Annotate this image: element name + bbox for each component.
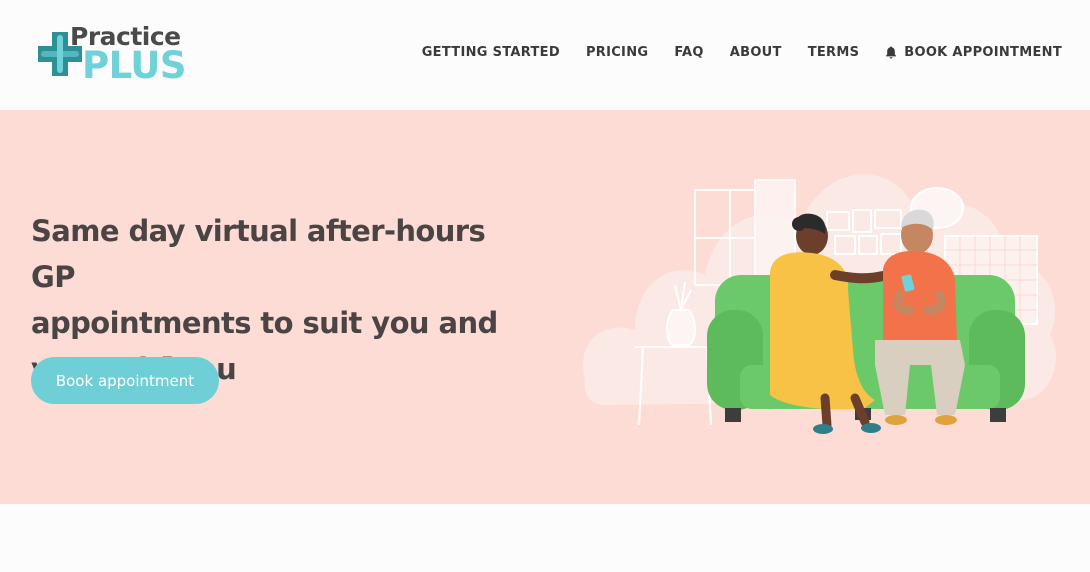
logo-word-plus: PLUS xyxy=(82,44,187,87)
page-below-hero xyxy=(0,504,1090,572)
hero-section: Same day virtual after-hours GP appointm… xyxy=(0,110,1090,504)
nav-faq[interactable]: FAQ xyxy=(674,45,703,60)
headline-line-2: appointments to suit you and xyxy=(31,306,498,340)
headline-line-1: Same day virtual after-hours GP xyxy=(31,214,486,294)
main-nav: GETTING STARTED PRICING FAQ ABOUT TERMS … xyxy=(422,45,1062,60)
nav-book-appointment[interactable]: BOOK APPOINTMENT xyxy=(885,45,1062,60)
nav-terms[interactable]: TERMS xyxy=(808,45,860,60)
nav-getting-started[interactable]: GETTING STARTED xyxy=(422,45,560,60)
couple-on-sofa-illustration xyxy=(583,174,1056,434)
practice-plus-logo[interactable]: Practice PLUS xyxy=(36,22,196,87)
book-appointment-button[interactable]: Book appointment xyxy=(31,357,219,404)
nav-about[interactable]: ABOUT xyxy=(730,45,782,60)
bell-icon xyxy=(886,46,897,59)
site-header: Practice PLUS GETTING STARTED PRICING FA… xyxy=(0,0,1090,110)
nav-book-appointment-label: BOOK APPOINTMENT xyxy=(904,45,1062,60)
nav-pricing[interactable]: PRICING xyxy=(586,45,648,60)
